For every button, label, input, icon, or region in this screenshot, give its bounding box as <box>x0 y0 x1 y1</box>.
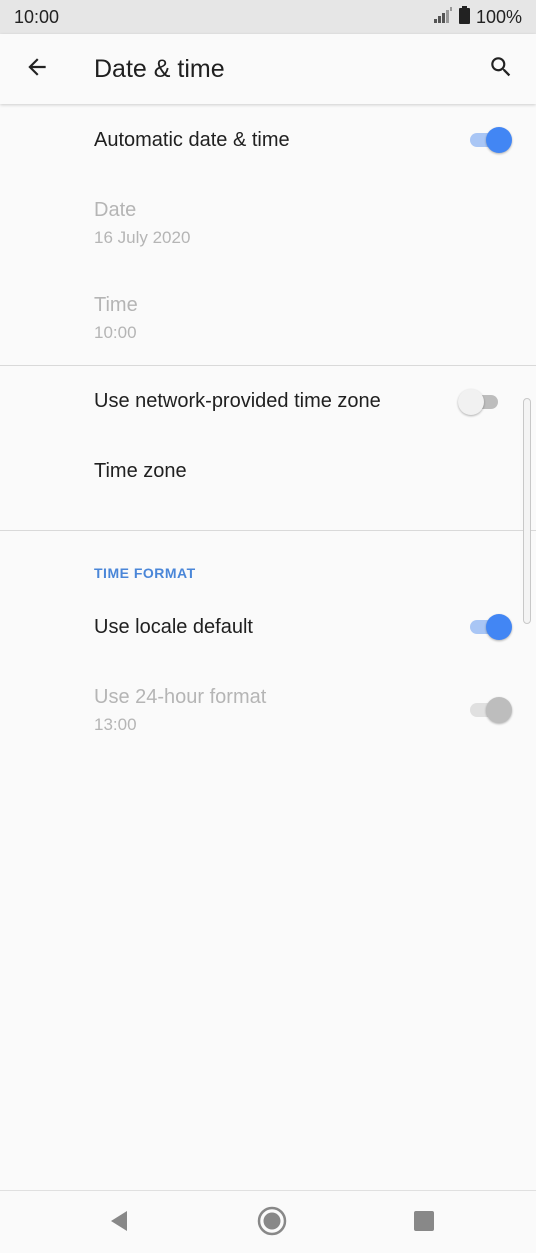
search-icon <box>488 54 514 85</box>
status-bar: 10:00 100% <box>0 0 536 34</box>
back-button[interactable] <box>18 50 56 88</box>
toggle-thumb <box>486 614 512 640</box>
use-24-hour-value: 13:00 <box>94 715 137 734</box>
automatic-date-time-toggle[interactable] <box>468 126 512 154</box>
use-locale-default-label: Use locale default <box>94 616 253 638</box>
square-recents-icon <box>413 1210 435 1237</box>
search-button[interactable] <box>482 50 520 88</box>
network-time-zone-row[interactable]: Use network-provided time zone <box>0 366 536 438</box>
circle-home-icon <box>256 1205 288 1242</box>
page-title: Date & time <box>94 55 225 83</box>
use-24-hour-toggle[interactable] <box>468 696 512 724</box>
time-row[interactable]: Time 10:00 <box>0 280 536 360</box>
nav-back-button[interactable] <box>103 1207 135 1239</box>
nav-home-button[interactable] <box>256 1205 288 1242</box>
navigation-bar <box>0 1190 536 1253</box>
automatic-date-time-row[interactable]: Automatic date & time <box>0 104 536 176</box>
scrollbar[interactable] <box>523 398 531 624</box>
date-row[interactable]: Date 16 July 2020 <box>0 184 536 264</box>
use-locale-default-row[interactable]: Use locale default <box>0 594 536 666</box>
toggle-thumb <box>486 127 512 153</box>
network-time-zone-label: Use network-provided time zone <box>94 390 381 412</box>
time-label: Time <box>94 294 138 316</box>
divider <box>0 530 536 531</box>
nav-recents-button[interactable] <box>408 1207 440 1239</box>
battery-percent: 100% <box>475 7 522 27</box>
app-bar: Date & time <box>0 34 536 104</box>
use-24-hour-row[interactable]: Use 24-hour format 13:00 <box>0 674 536 754</box>
network-time-zone-toggle[interactable] <box>458 388 502 416</box>
use-24-hour-label: Use 24-hour format <box>94 686 267 708</box>
triangle-back-icon <box>107 1209 131 1238</box>
time-value: 10:00 <box>94 323 137 342</box>
time-format-section-header: TIME FORMAT <box>94 565 196 581</box>
automatic-date-time-label: Automatic date & time <box>94 129 290 151</box>
date-label: Date <box>94 199 137 221</box>
date-value: 16 July 2020 <box>94 228 191 247</box>
time-zone-label: Time zone <box>94 460 187 482</box>
battery-icon <box>458 6 470 29</box>
signal-icon <box>433 7 453 28</box>
toggle-thumb <box>486 697 512 723</box>
time-zone-row[interactable]: Time zone <box>0 438 536 510</box>
arrow-back-icon <box>24 54 50 85</box>
use-locale-default-toggle[interactable] <box>468 613 512 641</box>
status-time: 10:00 <box>14 7 60 27</box>
toggle-thumb <box>458 389 484 415</box>
status-icons: 100% <box>433 6 522 29</box>
